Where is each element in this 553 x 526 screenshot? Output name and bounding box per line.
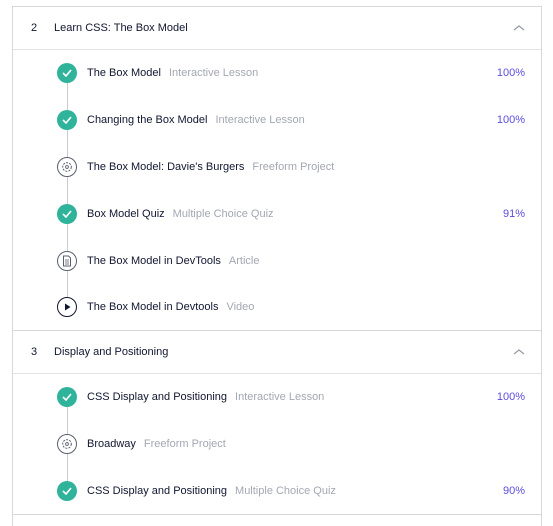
section-number: 2 bbox=[31, 22, 38, 34]
play-icon bbox=[57, 297, 77, 318]
lesson-score: 100% bbox=[496, 114, 525, 127]
lesson-type: Article bbox=[228, 254, 260, 267]
section-number: 3 bbox=[31, 346, 38, 358]
project-icon bbox=[57, 434, 77, 455]
lesson-title: The Box Model in DevTools Article bbox=[87, 255, 259, 267]
quiz-row[interactable]: CSS Display and Positioning Multiple Choi… bbox=[13, 468, 541, 515]
lesson-title: Box Model Quiz Multiple Choice Quiz bbox=[87, 208, 274, 220]
lesson-type: Freeform Project bbox=[252, 160, 335, 173]
syllabus-panel: 2 Learn CSS: The Box Model The Box Model… bbox=[12, 6, 542, 526]
chevron-up-icon[interactable] bbox=[513, 347, 525, 357]
lesson-title: CSS Display and Positioning Multiple Choi… bbox=[87, 485, 336, 497]
project-icon bbox=[57, 156, 77, 177]
section-header-2[interactable]: 2 Learn CSS: The Box Model bbox=[13, 7, 541, 50]
lesson-type: Multiple Choice Quiz bbox=[172, 207, 274, 220]
lesson-title: The Box Model Interactive Lesson bbox=[87, 67, 258, 79]
check-icon bbox=[57, 110, 77, 131]
section-title: Learn CSS: The Box Model bbox=[54, 22, 188, 34]
lesson-name: Changing the Box Model bbox=[87, 114, 208, 127]
lesson-score: 90% bbox=[502, 484, 525, 497]
video-row[interactable]: The Box Model in Devtools Video bbox=[13, 284, 541, 331]
lesson-title: CSS Display and Positioning Interactive L… bbox=[87, 391, 324, 403]
lesson-title: Changing the Box Model Interactive Lesson bbox=[87, 114, 305, 126]
lesson-type: Video bbox=[226, 301, 255, 314]
section-body-3: CSS Display and Positioning Interactive L… bbox=[13, 374, 541, 515]
check-icon bbox=[57, 480, 77, 501]
lesson-row[interactable]: The Box Model Interactive Lesson 100% bbox=[13, 50, 541, 97]
check-icon bbox=[57, 63, 77, 84]
lesson-score: 100% bbox=[496, 391, 525, 404]
lesson-type: Multiple Choice Quiz bbox=[235, 484, 336, 497]
section-title: Display and Positioning bbox=[54, 346, 169, 358]
check-icon bbox=[57, 203, 77, 224]
lesson-row[interactable]: Changing the Box Model Interactive Lesson… bbox=[13, 97, 541, 144]
lesson-name: The Box Model in Devtools bbox=[87, 301, 219, 314]
lesson-title: The Box Model: Davie's Burgers Freeform P… bbox=[87, 161, 334, 173]
lesson-row[interactable]: CSS Display and Positioning Interactive L… bbox=[13, 374, 541, 421]
lesson-name: CSS Display and Positioning bbox=[87, 484, 228, 497]
lesson-name: Broadway bbox=[87, 438, 136, 451]
article-icon bbox=[57, 250, 77, 271]
lesson-score: 100% bbox=[496, 67, 525, 80]
lesson-title: Broadway Freeform Project bbox=[87, 438, 226, 450]
quiz-row[interactable]: Box Model Quiz Multiple Choice Quiz 91% bbox=[13, 190, 541, 237]
lesson-title: The Box Model in Devtools Video bbox=[87, 301, 254, 313]
lesson-name: The Box Model in DevTools bbox=[87, 254, 221, 267]
lesson-type: Freeform Project bbox=[143, 438, 226, 451]
lesson-type: Interactive Lesson bbox=[215, 114, 305, 127]
check-icon bbox=[57, 387, 77, 408]
project-row[interactable]: The Box Model: Davie's Burgers Freeform P… bbox=[13, 144, 541, 191]
chevron-up-icon[interactable] bbox=[513, 23, 525, 33]
lesson-name: The Box Model bbox=[87, 67, 161, 80]
lesson-type: Interactive Lesson bbox=[168, 67, 259, 80]
lesson-type: Interactive Lesson bbox=[235, 391, 325, 404]
section-header-3[interactable]: 3 Display and Positioning bbox=[13, 331, 541, 374]
lesson-name: Box Model Quiz bbox=[87, 207, 165, 220]
article-row[interactable]: The Box Model in DevTools Article bbox=[13, 237, 541, 284]
lesson-score: 91% bbox=[502, 207, 525, 220]
lesson-name: CSS Display and Positioning bbox=[87, 391, 228, 404]
project-row[interactable]: Broadway Freeform Project bbox=[13, 421, 541, 468]
section-body-2: The Box Model Interactive Lesson 100% Cha… bbox=[13, 50, 541, 331]
lesson-name: The Box Model: Davie's Burgers bbox=[87, 160, 245, 173]
